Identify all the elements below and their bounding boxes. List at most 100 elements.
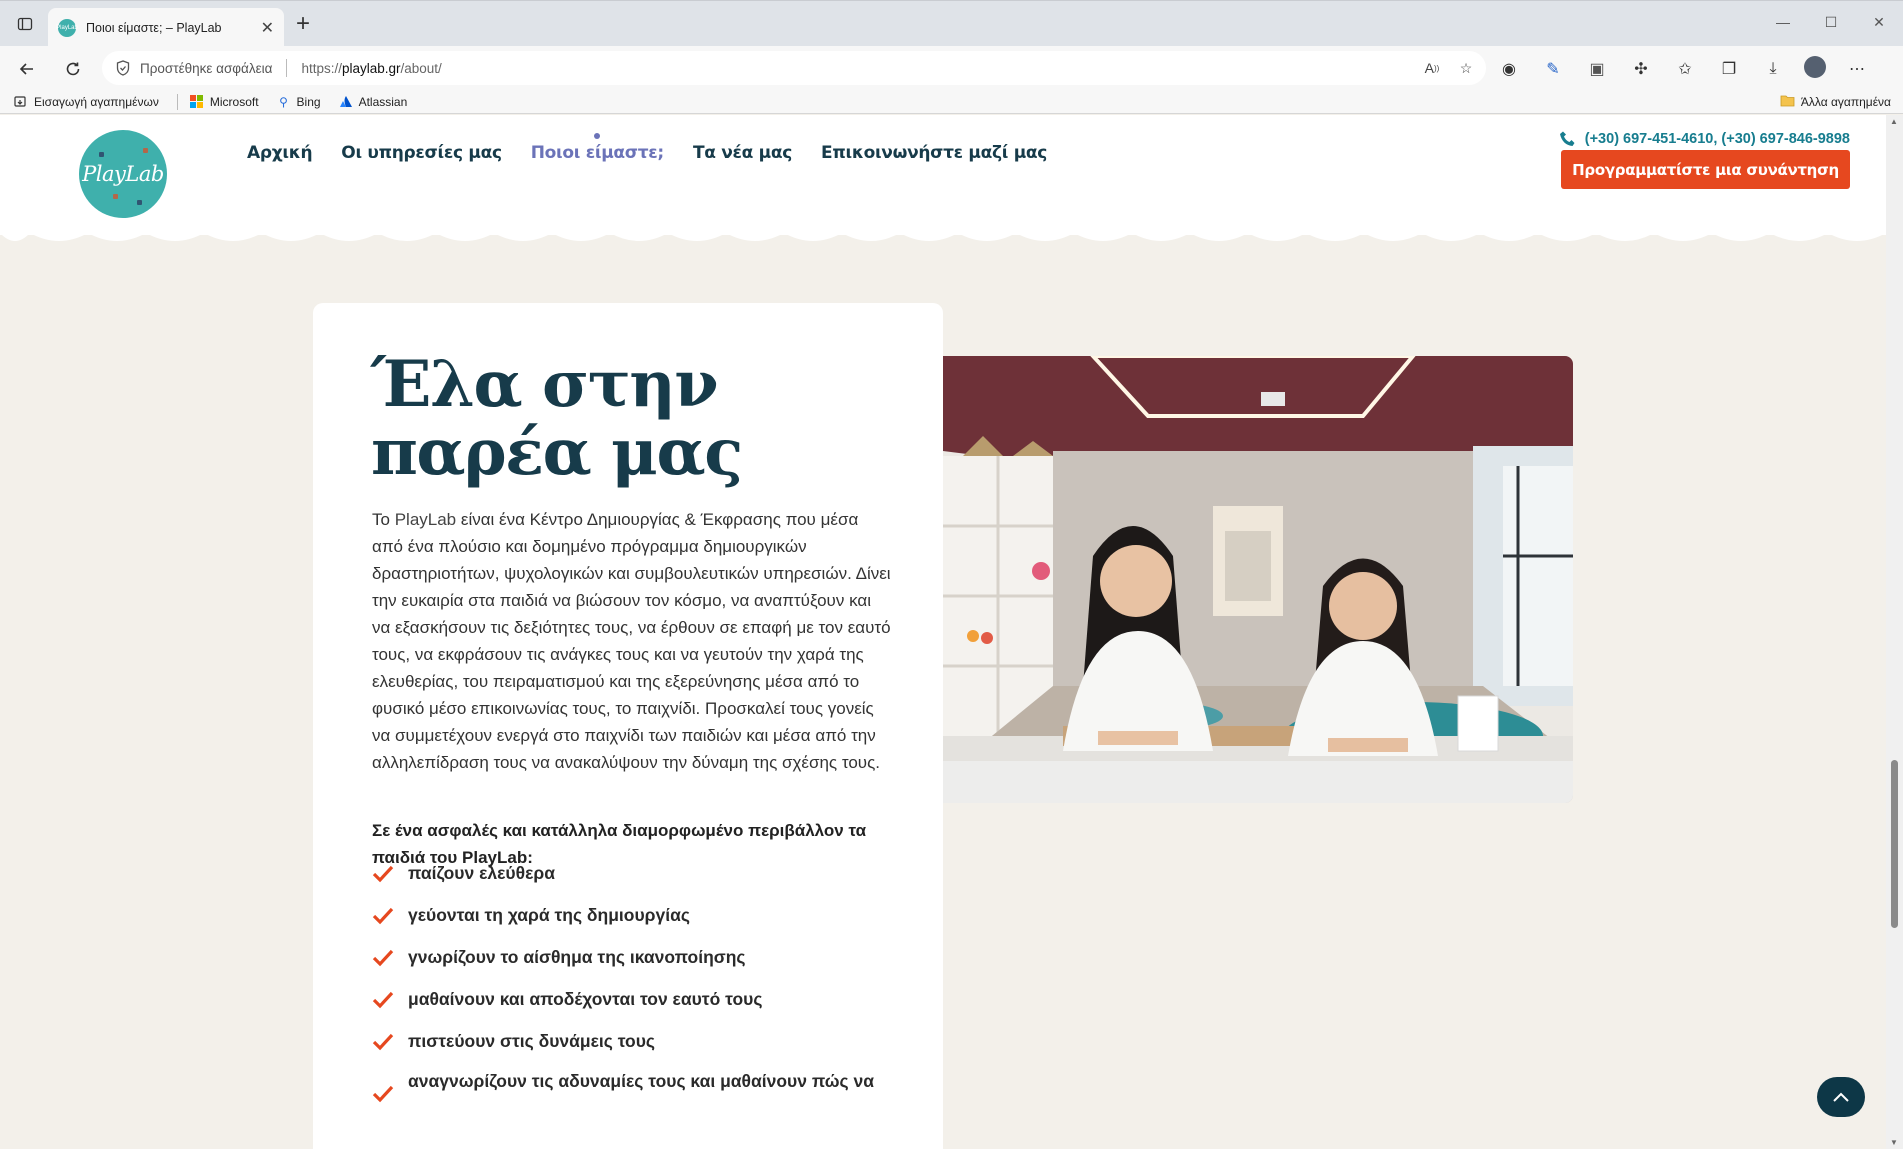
tab-actions-icon[interactable]: [14, 13, 36, 35]
list-item: παίζουν ελεύθερα: [372, 863, 902, 905]
logo-decoration: [137, 200, 142, 205]
team-photo-illustration: [943, 356, 1573, 803]
check-icon: [372, 949, 394, 967]
back-arrow-icon[interactable]: [14, 56, 40, 82]
bookmark-label: Άλλα αγαπημένα: [1800, 95, 1891, 109]
downloads-icon[interactable]: ⤓: [1760, 56, 1786, 82]
site-logo[interactable]: PlayLab: [79, 130, 167, 218]
chevron-up-icon: [1833, 1092, 1849, 1102]
add-favorite-icon[interactable]: ☆: [1456, 58, 1476, 78]
scrollbar-thumb[interactable]: [1891, 760, 1898, 928]
collections-icon[interactable]: ❐: [1716, 56, 1742, 82]
check-icon: [372, 1085, 394, 1103]
list-item: γνωρίζουν το αίσθημα της ικανοποίησης: [372, 947, 902, 989]
bookmarks-bar: Εισαγωγή αγαπημένων Microsoft ⚲ Bing Atl…: [0, 90, 1903, 114]
nav-home[interactable]: Αρχική: [247, 143, 313, 163]
scroll-to-top-button[interactable]: [1817, 1077, 1865, 1117]
close-window-icon[interactable]: ✕: [1855, 1, 1903, 43]
new-tab-icon[interactable]: +: [296, 12, 310, 36]
bookmark-bing[interactable]: ⚲ Bing: [277, 94, 321, 109]
list-item: αναγνωρίζουν τις αδυναμίες τους και μαθα…: [372, 1071, 902, 1113]
list-item-text: γνωρίζουν το αίσθημα της ικανοποίησης: [408, 947, 746, 967]
url-text[interactable]: https://playlab.gr/about/: [301, 61, 441, 76]
logo-decoration: [99, 152, 104, 157]
schedule-appointment-button[interactable]: Προγραμματίστε μια συνάντηση: [1561, 150, 1850, 189]
phone-text: (+30) 697-451-4610, (+30) 697-846-9898: [1584, 131, 1850, 147]
browser-toolbar: ◉ ✎ ▣ ✣ ✩ ❐ ⤓ ⋯: [1496, 56, 1870, 82]
intro-text-rest: είναι ένα Κέντρο Δημιουργίας & Έκφρασης …: [372, 510, 891, 772]
playlab-favicon-icon: PlayLab: [56, 18, 78, 37]
list-item: πιστεύουν στις δυνάμεις τους: [372, 1031, 902, 1073]
list-item: γεύονται τη χαρά της δημιουργίας: [372, 905, 902, 947]
list-item-text: παίζουν ελεύθερα: [408, 863, 555, 883]
benefits-list: παίζουν ελεύθερα γεύονται τη χαρά της δη…: [372, 863, 902, 1113]
address-bar-actions: A)) ☆: [1422, 58, 1476, 78]
bing-icon: ⚲: [279, 94, 288, 109]
site-header: PlayLab Αρχική Οι υπηρεσίες μας Ποιοι εί…: [0, 115, 1886, 235]
tab-title: Ποιοι είμαστε; – PlayLab: [86, 20, 222, 35]
intro-brand: PlayLab: [394, 510, 457, 529]
tracking-prevention-icon[interactable]: ◉: [1496, 56, 1522, 82]
folder-icon: [1780, 94, 1795, 110]
list-item-text: αναγνωρίζουν τις αδυναμίες τους και μαθα…: [408, 1071, 874, 1091]
address-bar[interactable]: Προστέθηκε ασφάλεια https://playlab.gr/a…: [102, 51, 1486, 85]
bookmark-other-favorites[interactable]: Άλλα αγαπημένα: [1780, 94, 1891, 110]
header-wave-divider: [0, 227, 1886, 241]
page-scrollbar[interactable]: ▲ ▼: [1886, 115, 1903, 1149]
import-icon: [14, 95, 28, 109]
refresh-icon[interactable]: [60, 56, 86, 82]
intro-text-start: Το: [372, 510, 395, 529]
bookmark-divider: [176, 93, 178, 110]
list-item: μαθαίνουν και αποδέχονται τον εαυτό τους: [372, 989, 902, 1031]
about-card: Έλα στην παρέα μας Το PlayLab είναι ένα …: [313, 303, 943, 1149]
read-aloud-icon[interactable]: A)): [1422, 58, 1442, 78]
nav-news[interactable]: Τα νέα μας: [693, 143, 792, 163]
check-icon: [372, 907, 394, 925]
browser-tab-bar: PlayLab Ποιοι είμαστε; – PlayLab ✕ + — ☐…: [0, 0, 1903, 47]
list-item-text: πιστεύουν στις δυνάμεις τους: [408, 1031, 656, 1051]
bookmark-microsoft[interactable]: Microsoft: [190, 95, 259, 109]
logo-text: PlayLab: [82, 162, 164, 186]
bookmark-atlassian[interactable]: Atlassian: [339, 94, 408, 109]
close-tab-icon[interactable]: ✕: [261, 18, 274, 38]
favorites-icon[interactable]: ✩: [1672, 56, 1698, 82]
bookmark-label: Microsoft: [209, 94, 259, 109]
check-icon: [372, 991, 394, 1009]
nav-about[interactable]: Ποιοι είμαστε;: [531, 143, 664, 163]
shield-icon[interactable]: [116, 60, 132, 76]
office-extension-icon[interactable]: ▣: [1584, 56, 1610, 82]
scroll-up-icon[interactable]: ▲: [1890, 117, 1898, 126]
phone-icon: [1559, 130, 1577, 148]
atlassian-icon: [339, 95, 353, 109]
window-controls: — ☐ ✕: [1759, 1, 1903, 43]
pen-extension-icon[interactable]: ✎: [1540, 56, 1566, 82]
logo-decoration: [143, 148, 148, 153]
bookmark-label: Εισαγωγή αγαπημένων: [34, 94, 159, 109]
url-host: playlab.gr: [341, 60, 401, 76]
more-menu-icon[interactable]: ⋯: [1844, 56, 1870, 82]
microsoft-icon: [190, 95, 204, 109]
url-scheme: https://: [301, 60, 342, 76]
page-headline: Έλα στην παρέα μας: [371, 347, 743, 490]
check-icon: [372, 1033, 394, 1051]
bookmark-import-favorites[interactable]: Εισαγωγή αγαπημένων: [14, 95, 159, 109]
address-divider: [286, 59, 288, 77]
extensions-icon[interactable]: ✣: [1628, 56, 1654, 82]
bookmark-label: Bing: [296, 94, 321, 109]
scroll-down-icon[interactable]: ▼: [1890, 1138, 1898, 1147]
logo-decoration: [113, 194, 118, 199]
bookmark-label: Atlassian: [358, 94, 408, 109]
nav-contact[interactable]: Επικοινωνήστε μαζί μας: [821, 143, 1047, 163]
phone-numbers[interactable]: (+30) 697-451-4610, (+30) 697-846-9898: [1559, 130, 1850, 148]
team-photo: [943, 356, 1573, 803]
maximize-icon[interactable]: ☐: [1807, 1, 1855, 43]
list-item-text: γεύονται τη χαρά της δημιουργίας: [408, 905, 690, 925]
security-status-text: Προστέθηκε ασφάλεια: [140, 60, 273, 76]
browser-tab-active[interactable]: PlayLab Ποιοι είμαστε; – PlayLab ✕: [48, 8, 284, 47]
address-bar-row: Προστέθηκε ασφάλεια https://playlab.gr/a…: [0, 46, 1903, 90]
url-path: /about/: [400, 60, 442, 76]
intro-paragraph: Το PlayLab είναι ένα Κέντρο Δημιουργίας …: [372, 506, 892, 776]
nav-services[interactable]: Οι υπηρεσίες μας: [341, 143, 502, 163]
profile-avatar[interactable]: [1804, 56, 1826, 78]
minimize-icon[interactable]: —: [1759, 1, 1807, 43]
